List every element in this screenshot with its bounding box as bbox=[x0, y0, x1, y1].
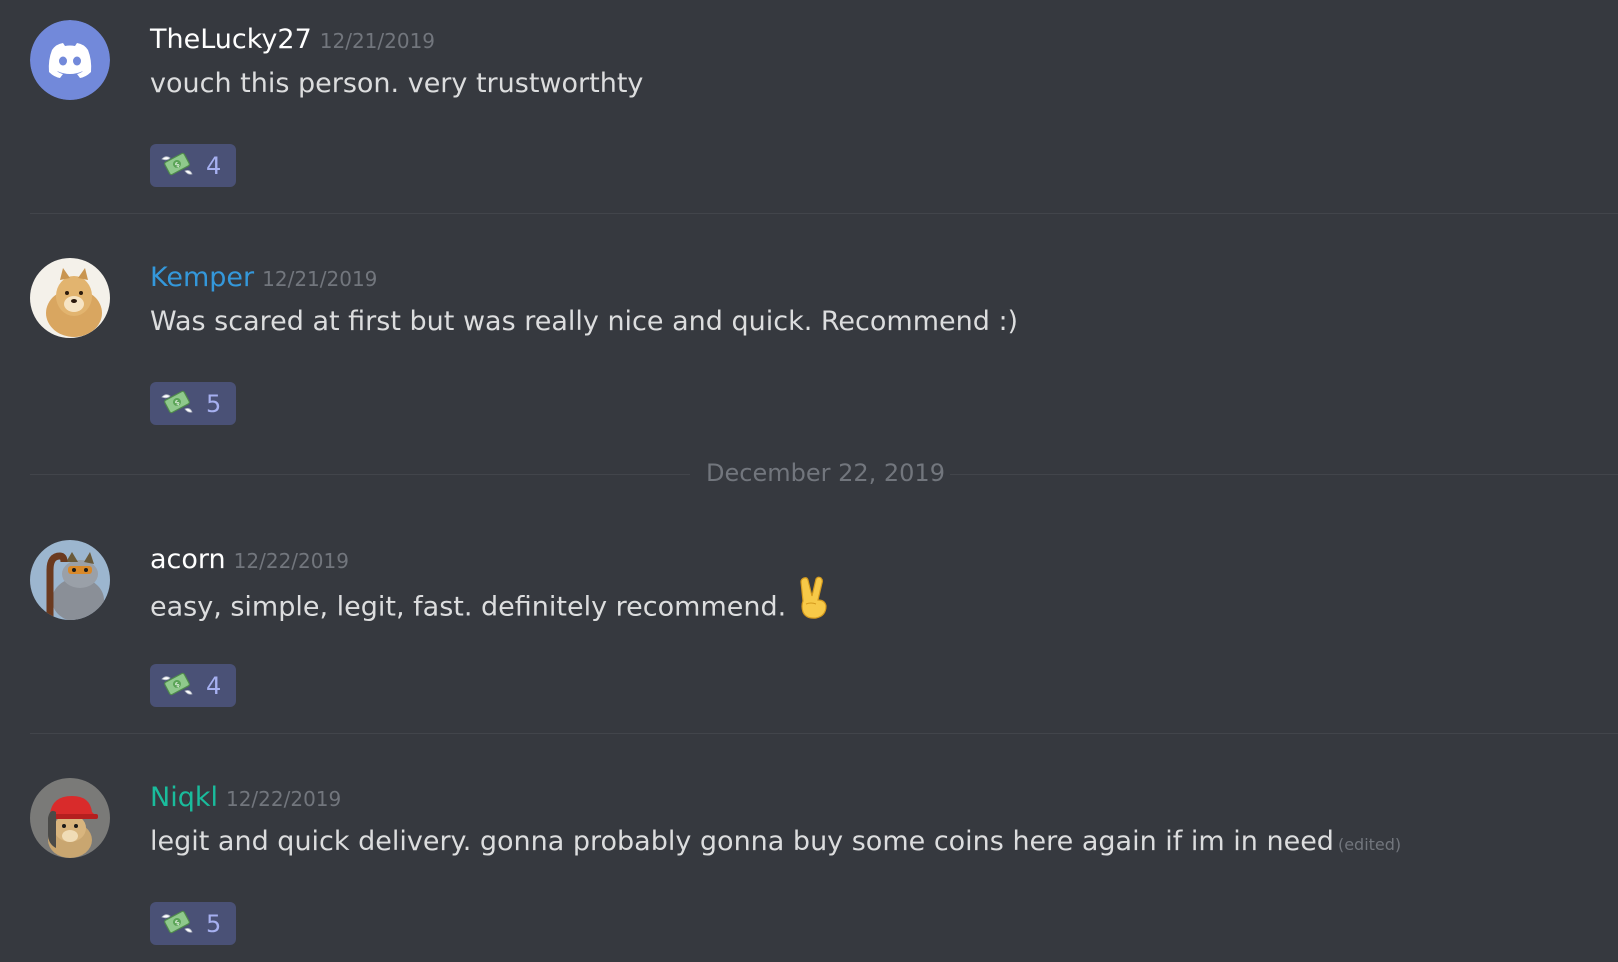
reaction-button[interactable]: $ 5 bbox=[150, 902, 236, 945]
username[interactable]: TheLucky27 bbox=[150, 24, 312, 55]
message-header: Kemper 12/21/2019 bbox=[150, 258, 377, 298]
money-with-wings-icon: $ bbox=[160, 387, 194, 421]
username[interactable]: Kemper bbox=[150, 262, 254, 293]
date-divider-label: December 22, 2019 bbox=[706, 459, 945, 487]
money-with-wings-icon: $ bbox=[160, 907, 194, 941]
reaction-count: 4 bbox=[206, 671, 222, 700]
divider-line bbox=[950, 474, 1618, 475]
timestamp: 12/22/2019 bbox=[225, 787, 342, 811]
message-content: vouch this person. very trustworthty bbox=[150, 68, 644, 99]
reaction-count: 5 bbox=[206, 909, 222, 938]
reaction-button[interactable]: $ 4 bbox=[150, 664, 236, 707]
edited-label: (edited) bbox=[1337, 835, 1402, 854]
victory-hand-icon bbox=[796, 576, 830, 632]
avatar[interactable] bbox=[30, 540, 110, 620]
username[interactable]: acorn bbox=[150, 544, 226, 575]
reaction-button[interactable]: $ 5 bbox=[150, 382, 236, 425]
date-divider: December 22, 2019 bbox=[30, 459, 1618, 487]
avatar[interactable] bbox=[30, 20, 110, 100]
dog-red-cap-icon bbox=[30, 778, 110, 858]
message-content: easy, simple, legit, fast. definitely re… bbox=[150, 576, 830, 632]
message-header: TheLucky27 12/21/2019 bbox=[150, 20, 435, 60]
message-text: legit and quick delivery. gonna probably… bbox=[150, 826, 1334, 857]
doge-icon bbox=[30, 258, 110, 338]
divider-line bbox=[30, 474, 690, 475]
reaction-count: 5 bbox=[206, 389, 222, 418]
cartoon-mascot-icon bbox=[30, 540, 110, 620]
timestamp: 12/21/2019 bbox=[262, 267, 378, 291]
reaction-count: 4 bbox=[206, 151, 222, 180]
username[interactable]: Niqkl bbox=[150, 782, 218, 813]
discord-logo-icon bbox=[30, 20, 110, 100]
avatar[interactable] bbox=[30, 778, 110, 858]
message-header: Niqkl 12/22/2019 bbox=[150, 778, 341, 818]
message-header: acorn 12/22/2019 bbox=[150, 540, 349, 580]
money-with-wings-icon: $ bbox=[160, 149, 194, 183]
message-divider bbox=[30, 733, 1618, 734]
message-content: legit and quick delivery. gonna probably… bbox=[150, 822, 1401, 865]
timestamp: 12/21/2019 bbox=[319, 29, 436, 53]
reaction-button[interactable]: $ 4 bbox=[150, 144, 236, 187]
avatar[interactable] bbox=[30, 258, 110, 338]
message-text: easy, simple, legit, fast. definitely re… bbox=[150, 591, 787, 623]
message-content: Was scared at first but was really nice … bbox=[150, 306, 1019, 337]
timestamp: 12/22/2019 bbox=[233, 549, 349, 573]
money-with-wings-icon: $ bbox=[160, 669, 194, 703]
message-divider bbox=[30, 213, 1618, 214]
